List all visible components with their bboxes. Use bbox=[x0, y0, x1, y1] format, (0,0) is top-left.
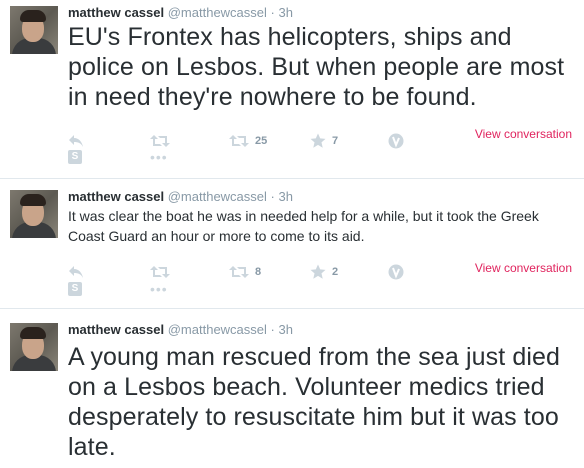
vine-icon[interactable] bbox=[388, 131, 404, 151]
more-icon[interactable]: ••• bbox=[150, 282, 168, 296]
tweet-item[interactable]: matthew cassel @matthewcassel · 3h It wa… bbox=[0, 178, 584, 309]
vine-icon[interactable] bbox=[388, 262, 404, 282]
author-handle[interactable]: @matthewcassel bbox=[168, 5, 267, 20]
more-icon[interactable]: ••• bbox=[150, 150, 168, 164]
timestamp[interactable]: 3h bbox=[279, 5, 293, 20]
timestamp[interactable]: 3h bbox=[279, 189, 293, 204]
avatar[interactable] bbox=[10, 190, 58, 238]
retweet-count-button[interactable]: 8 bbox=[229, 262, 261, 282]
tweet-actions-row2: S ••• bbox=[68, 282, 188, 300]
retweet-icon bbox=[229, 266, 249, 278]
author-handle[interactable]: @matthewcassel bbox=[168, 189, 267, 204]
tweet-header: matthew cassel @matthewcassel · 3h bbox=[68, 322, 293, 338]
retweet-icon[interactable] bbox=[150, 131, 170, 151]
tweet-item[interactable]: matthew cassel @matthewcassel · 3h A you… bbox=[0, 308, 584, 468]
star-icon bbox=[310, 264, 326, 279]
author-handle[interactable]: @matthewcassel bbox=[168, 322, 267, 337]
favorite-count-button[interactable]: 2 bbox=[310, 262, 338, 282]
retweet-icon bbox=[229, 135, 249, 147]
favorite-count-button[interactable]: 7 bbox=[310, 131, 338, 151]
reply-icon[interactable] bbox=[68, 131, 84, 151]
s-icon[interactable]: S bbox=[68, 282, 82, 296]
favorite-count: 2 bbox=[332, 266, 339, 278]
retweet-count: 8 bbox=[255, 266, 262, 278]
star-icon bbox=[310, 133, 326, 148]
retweet-icon[interactable] bbox=[150, 262, 170, 282]
reply-icon[interactable] bbox=[68, 262, 84, 282]
retweet-count-button[interactable]: 25 bbox=[229, 131, 267, 151]
avatar[interactable] bbox=[10, 323, 58, 371]
tweet-item[interactable]: matthew cassel @matthewcassel · 3h EU's … bbox=[0, 0, 584, 178]
separator: · bbox=[270, 322, 275, 337]
view-conversation-link[interactable]: View conversation bbox=[475, 261, 572, 275]
favorite-count: 7 bbox=[332, 135, 339, 147]
separator: · bbox=[270, 5, 275, 20]
author-fullname[interactable]: matthew cassel bbox=[68, 5, 164, 20]
author-fullname[interactable]: matthew cassel bbox=[68, 189, 164, 204]
retweet-count: 25 bbox=[255, 135, 268, 147]
timestamp[interactable]: 3h bbox=[279, 322, 293, 337]
view-conversation-link[interactable]: View conversation bbox=[475, 127, 572, 141]
author-fullname[interactable]: matthew cassel bbox=[68, 322, 164, 337]
tweet-text: It was clear the boat he was in needed h… bbox=[68, 208, 539, 244]
tweet-text: EU's Frontex has helicopters, ships and … bbox=[68, 23, 565, 111]
tweet-header: matthew cassel @matthewcassel · 3h bbox=[68, 189, 293, 205]
s-icon[interactable]: S bbox=[68, 150, 82, 164]
tweet-header: matthew cassel @matthewcassel · 3h bbox=[68, 5, 293, 21]
tweet-text: A young man rescued from the sea just di… bbox=[68, 343, 560, 461]
separator: · bbox=[270, 189, 275, 204]
tweet-actions-row2: S ••• bbox=[68, 150, 188, 168]
avatar[interactable] bbox=[10, 6, 58, 54]
